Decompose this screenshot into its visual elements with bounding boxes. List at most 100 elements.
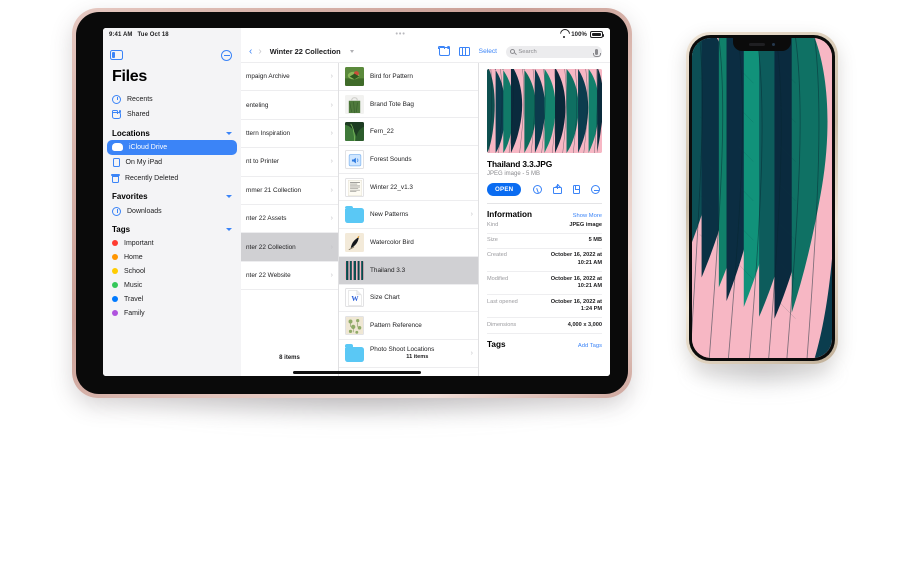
sidebar-item-label: School (124, 268, 145, 275)
chevron-right-icon: › (331, 244, 333, 251)
tag-color-dot (112, 254, 118, 260)
chevron-down-icon[interactable] (226, 228, 232, 231)
sidebar-toggle-icon[interactable] (110, 50, 123, 60)
file-row[interactable]: Watercolor Bird (339, 229, 478, 257)
iphone-leaf-artwork (692, 38, 832, 358)
open-button[interactable]: OPEN (487, 183, 521, 196)
home-indicator[interactable] (293, 371, 421, 374)
info-row: CreatedOctober 16, 2022 at 10:21 AM (487, 249, 602, 272)
sidebar-tag-important[interactable]: Important (107, 236, 237, 250)
folder-row[interactable]: mmer 21 Collection› (241, 177, 338, 205)
search-input[interactable]: Search (506, 46, 602, 58)
folder-row-selected[interactable]: nter 22 Collection› (241, 233, 338, 261)
new-folder-icon[interactable] (439, 47, 450, 56)
file-row-selected[interactable]: Thailand 3.3 (339, 257, 478, 285)
folder-row[interactable]: enteling› (241, 91, 338, 119)
iphone-notch (733, 38, 791, 51)
file-row[interactable]: W Size Chart (339, 285, 478, 313)
sidebar-tag-travel[interactable]: Travel (107, 292, 237, 306)
multitask-dots-icon[interactable]: ••• (395, 31, 405, 38)
share-icon[interactable] (553, 187, 563, 195)
image-thumbnail (345, 233, 364, 252)
status-date: Tue Oct 18 (137, 32, 168, 38)
file-sublabel: 11 items (370, 354, 465, 360)
sidebar-tag-school[interactable]: School (107, 264, 237, 278)
sidebar-item-on-my-ipad[interactable]: On My iPad (107, 155, 237, 171)
files-toolbar: ‹ › Winter 22 Collection Select Search (241, 41, 610, 63)
detail-action-icons (533, 185, 601, 195)
status-bar-left: 9:41 AM Tue Oct 18 (103, 28, 241, 41)
file-label: Brand Tote Bag (370, 101, 473, 108)
markup-icon[interactable] (533, 185, 543, 195)
chevron-down-icon[interactable] (226, 195, 232, 198)
column-view-icon[interactable] (459, 47, 470, 56)
battery-icon (590, 31, 603, 38)
more-icon[interactable] (591, 185, 601, 195)
forward-button[interactable]: › (258, 47, 261, 57)
image-thumbnail (345, 316, 364, 335)
search-icon (510, 49, 515, 54)
info-row: Dimensions4,000 x 3,000 (487, 318, 602, 333)
file-label: New Patterns (370, 211, 465, 218)
app-title: Files (103, 64, 241, 91)
status-bar-center: ••• (241, 28, 560, 41)
download-icon (112, 207, 121, 216)
sidebar-group-locations[interactable]: Locations (103, 123, 241, 140)
file-row[interactable]: Winter 22_v1.3 (339, 174, 478, 202)
icloud-icon (112, 143, 123, 151)
microphone-icon[interactable] (595, 49, 598, 55)
folder-label: nter 22 Website (246, 272, 291, 279)
info-row: Kind JPEG image (487, 219, 602, 234)
sidebar-tag-family[interactable]: Family (107, 306, 237, 320)
sidebar-item-shared[interactable]: Shared (107, 107, 237, 123)
iphone-screen (692, 38, 832, 358)
info-key: Kind (487, 222, 498, 228)
sidebar-item-downloads[interactable]: Downloads (107, 203, 237, 219)
file-row[interactable]: Photo Shoot Locations 11 items › (339, 340, 478, 368)
folder-row[interactable]: nter 22 Website› (241, 262, 338, 290)
files-body: Files Recents Shared Locations (103, 41, 610, 376)
folder-row[interactable]: nter 22 Assets› (241, 205, 338, 233)
select-button[interactable]: Select (479, 48, 497, 55)
add-tags-link[interactable]: Add Tags (578, 343, 602, 349)
file-label-group: Photo Shoot Locations 11 items (370, 346, 465, 360)
info-row: Last openedOctober 16, 2022 at 1:24 PM (487, 295, 602, 318)
back-button[interactable]: ‹ (249, 47, 252, 57)
tag-color-dot (112, 296, 118, 302)
info-value: JPEG image (569, 222, 602, 230)
file-label: Photo Shoot Locations (370, 346, 465, 353)
chevron-right-icon: › (331, 102, 333, 109)
sidebar-item-recently-deleted[interactable]: Recently Deleted (107, 171, 237, 187)
folder-row[interactable]: mpaign Archive› (241, 63, 338, 91)
battery-percent: 100% (571, 32, 587, 38)
sidebar-item-icloud-drive[interactable]: iCloud Drive (107, 140, 237, 155)
chevron-right-icon: › (331, 187, 333, 194)
chevron-down-icon[interactable] (350, 50, 354, 53)
sidebar-tag-music[interactable]: Music (107, 278, 237, 292)
file-row[interactable]: Pattern Reference (339, 312, 478, 340)
file-row[interactable]: Brand Tote Bag (339, 91, 478, 119)
chevron-down-icon[interactable] (226, 132, 232, 135)
duplicate-icon[interactable] (573, 185, 581, 195)
sidebar-item-label: Downloads (127, 208, 162, 215)
folder-column-rows: mpaign Archive› enteling› ttern Inspirat… (241, 63, 338, 351)
sidebar-tag-home[interactable]: Home (107, 250, 237, 264)
sidebar-group-tags[interactable]: Tags (103, 219, 241, 236)
information-header: Information Show More (487, 210, 602, 219)
folder-row[interactable]: ttern Inspiration› (241, 120, 338, 148)
folder-row[interactable]: nt to Printer› (241, 148, 338, 176)
info-key: Modified (487, 276, 508, 282)
file-row[interactable]: Fern_22 (339, 118, 478, 146)
file-label: Pattern Reference (370, 322, 473, 329)
shared-folder-icon (112, 112, 121, 120)
sidebar-group-favorites[interactable]: Favorites (103, 186, 241, 203)
file-label: Forest Sounds (370, 156, 473, 163)
file-row[interactable]: Forest Sounds (339, 146, 478, 174)
sidebar-item-recents[interactable]: Recents (107, 91, 237, 107)
file-preview-image[interactable] (487, 69, 602, 153)
minus-circle-icon[interactable] (221, 50, 232, 61)
file-row[interactable]: New Patterns › (339, 201, 478, 229)
file-row[interactable]: Bird for Pattern (339, 63, 478, 91)
page-title[interactable]: Winter 22 Collection (270, 47, 341, 56)
status-time: 9:41 AM (109, 32, 132, 38)
